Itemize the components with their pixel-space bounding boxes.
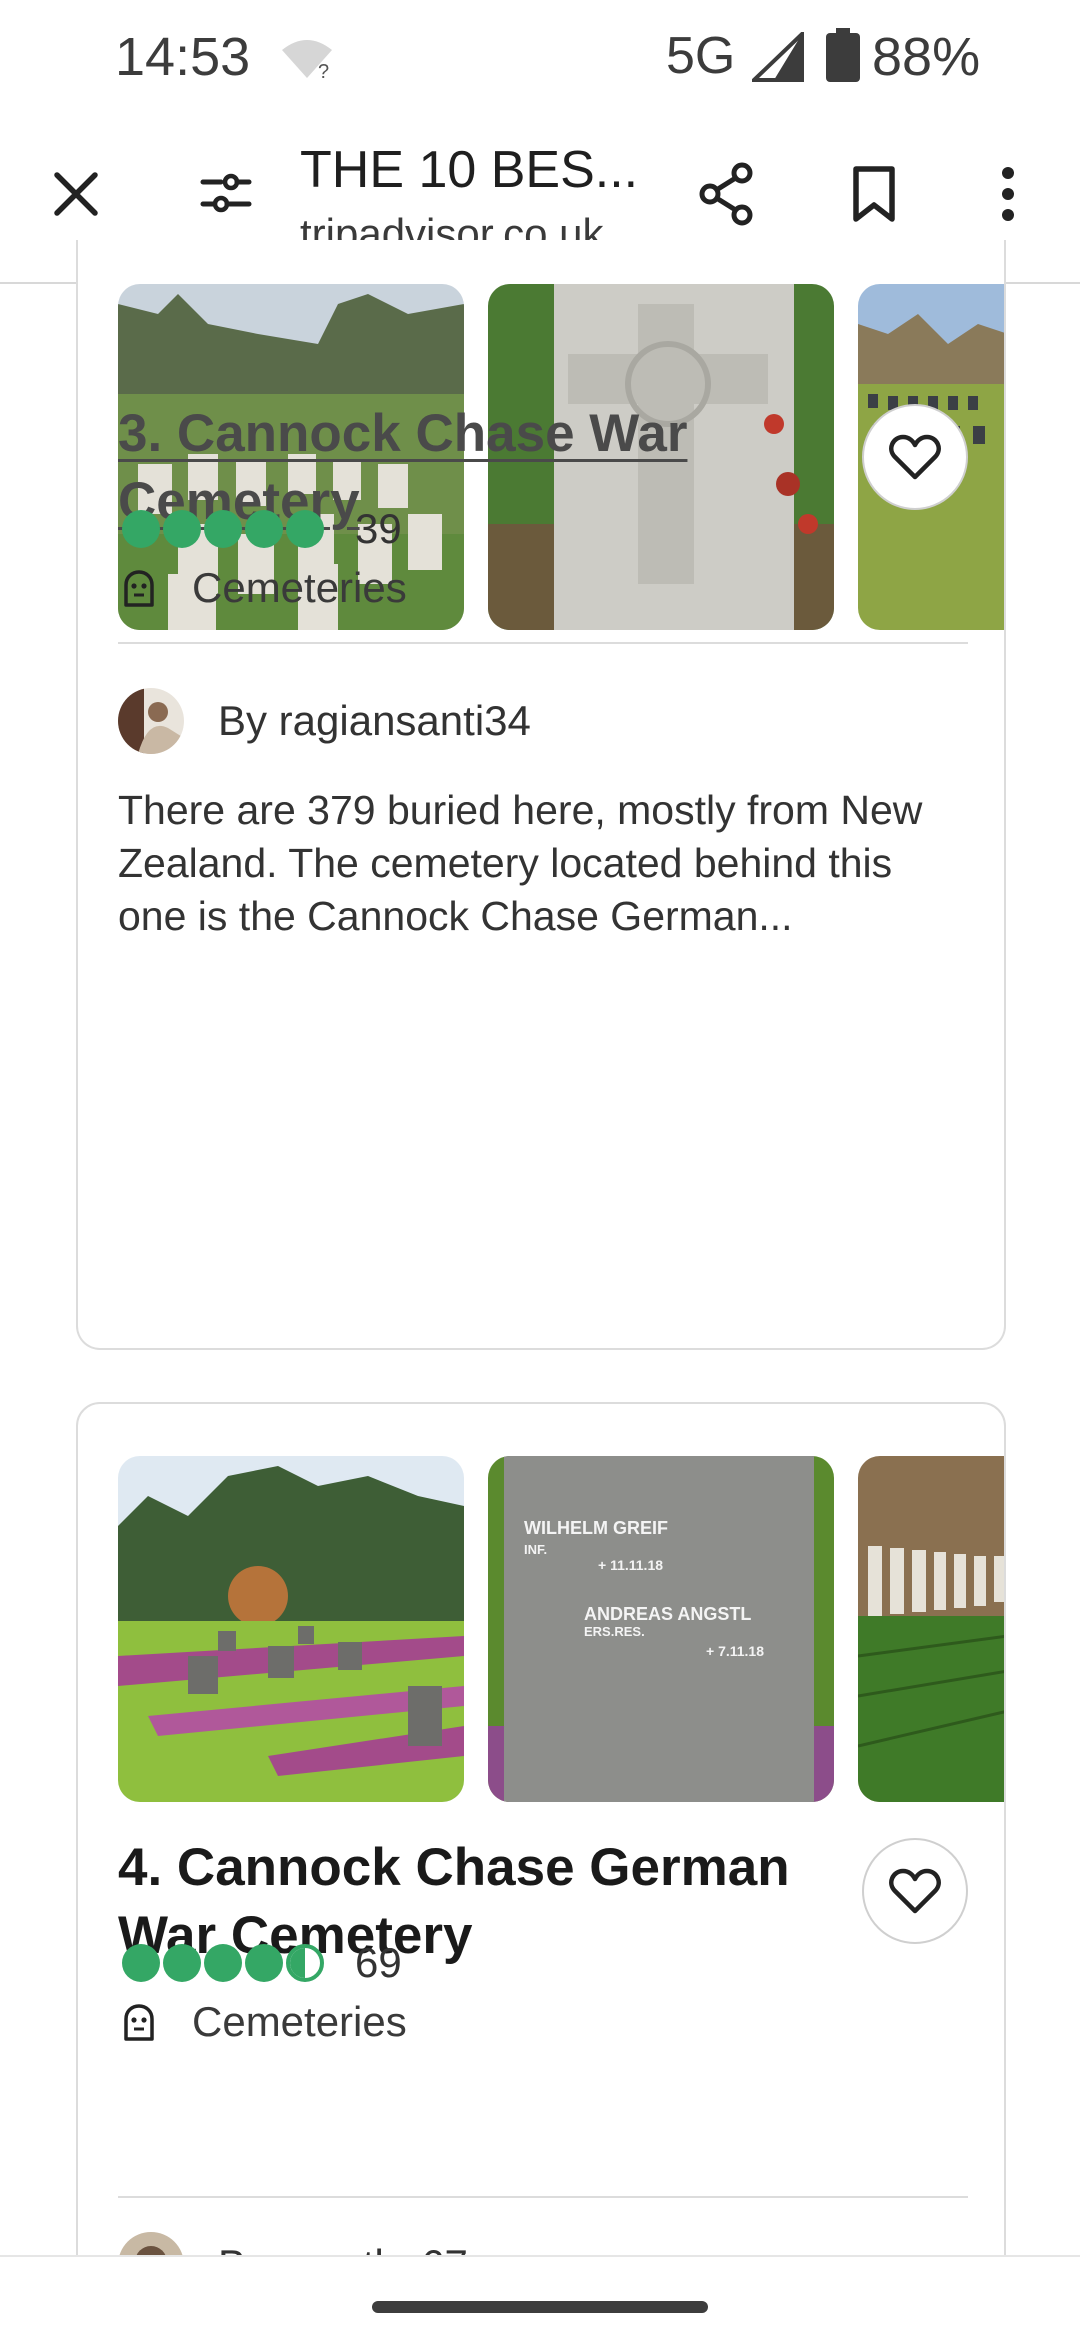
svg-text:?: ?	[318, 61, 329, 80]
rating-bubble-full	[286, 510, 324, 548]
status-time: 14:53	[115, 27, 251, 87]
rating-bubble-full	[245, 1944, 283, 1982]
category-label: Cemeteries	[192, 1998, 407, 2045]
save-favorite-button[interactable]	[862, 1838, 968, 1944]
divider	[118, 2196, 968, 2198]
rating-bubble-full	[122, 510, 160, 548]
listing-card[interactable]: 3. Cannock Chase War Cemetery 39 Cemeter…	[76, 240, 1006, 1350]
rating-bubble-full	[163, 1944, 201, 1982]
network-type: 5G	[666, 27, 736, 85]
bookmark-button[interactable]	[838, 158, 910, 230]
system-nav-bar	[0, 2255, 1080, 2340]
rating-bubbles: 39	[122, 505, 402, 552]
share-button[interactable]	[690, 158, 762, 230]
headstone-date-2: + 7.11.18	[706, 1643, 764, 1659]
bookmark-icon	[853, 166, 895, 222]
reviewer-name[interactable]: By ragiansanti34	[218, 697, 531, 745]
page-filter-icon	[200, 173, 252, 213]
listing-photo[interactable]	[118, 1456, 464, 1802]
rating-bubble-full	[122, 1944, 160, 1982]
rating-bubbles: 69	[122, 1939, 402, 1986]
reviewer-row[interactable]: By ragiansanti34	[118, 684, 531, 758]
divider	[118, 642, 968, 644]
rating-bubble-full	[163, 510, 201, 548]
listing-card[interactable]: WILHELM GREIF INF. + 11.11.18 ANDREAS AN…	[76, 1402, 1006, 2302]
review-count: 39	[355, 505, 402, 552]
battery-icon	[826, 28, 860, 82]
battery-percent: 88%	[872, 27, 981, 87]
rating-bubble-full	[245, 510, 283, 548]
headstone-date-1: + 11.11.18	[598, 1557, 663, 1573]
heart-icon	[889, 1868, 941, 1914]
photo-carousel[interactable]: WILHELM GREIF INF. + 11.11.18 ANDREAS AN…	[118, 1456, 1004, 1802]
ghost-icon	[124, 2004, 154, 2041]
home-indicator[interactable]	[372, 2301, 708, 2313]
category-row: Cemeteries	[122, 1997, 407, 2047]
more-options-button[interactable]	[972, 158, 1044, 230]
wifi-question-icon: ?	[282, 40, 332, 80]
close-icon	[54, 172, 98, 216]
ghost-icon	[124, 570, 154, 607]
heart-icon	[889, 434, 941, 480]
signal-icon	[752, 32, 804, 82]
save-favorite-button[interactable]	[862, 404, 968, 510]
share-icon	[699, 162, 753, 226]
listing-photo[interactable]	[858, 1456, 1004, 1802]
category-row: Cemeteries	[122, 563, 407, 613]
rating-bubble-full	[204, 510, 242, 548]
review-snippet[interactable]: There are 379 buried here, mostly from N…	[118, 784, 968, 943]
headstone-rank-1: INF.	[524, 1542, 547, 1557]
close-button[interactable]	[40, 158, 112, 230]
rating-bubble-half	[286, 1944, 324, 1982]
page-title[interactable]: THE 10 BES...	[300, 140, 638, 200]
headstone-name-1: WILHELM GREIF	[524, 1518, 668, 1538]
more-vert-icon	[1002, 167, 1014, 221]
page-info-button[interactable]	[190, 158, 262, 230]
headstone-name-2: ANDREAS ANGSTL	[584, 1604, 751, 1624]
listing-photo[interactable]: WILHELM GREIF INF. + 11.11.18 ANDREAS AN…	[488, 1456, 834, 1802]
category-label: Cemeteries	[192, 564, 407, 611]
status-bar: 14:53 ? 5G 88%	[0, 0, 1080, 110]
review-count: 69	[355, 1939, 402, 1986]
avatar[interactable]	[118, 688, 184, 754]
headstone-rank-2: ERS.RES.	[584, 1624, 645, 1639]
rating-bubble-full	[204, 1944, 242, 1982]
